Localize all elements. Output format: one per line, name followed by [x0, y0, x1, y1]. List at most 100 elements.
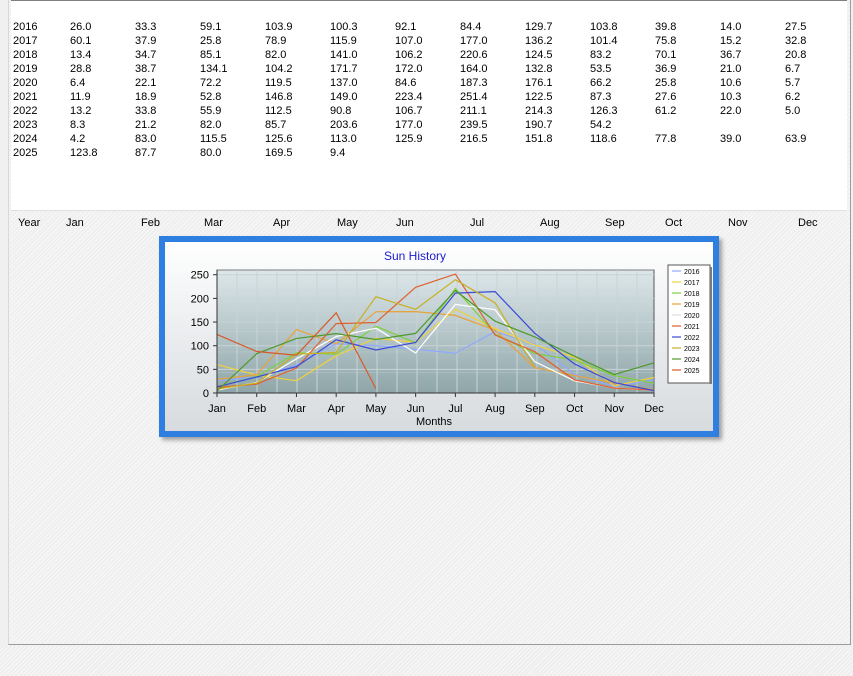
- x-tick-label: Jul: [448, 403, 462, 415]
- table-cell: 107.0: [395, 35, 423, 47]
- table-row-year: 2021: [13, 91, 38, 103]
- table-cell: 134.1: [200, 63, 228, 75]
- table-cell: 22.1: [135, 77, 157, 89]
- table-cell: 37.9: [135, 35, 157, 47]
- table-cell: 33.3: [135, 21, 157, 33]
- table-cell: 14.0: [720, 21, 742, 33]
- table-row-year: 2022: [13, 105, 38, 117]
- table-cell: 83.2: [590, 49, 612, 61]
- table-cell: 38.7: [135, 63, 157, 75]
- table-cell: 82.0: [200, 119, 222, 131]
- table-cell: 137.0: [330, 77, 358, 89]
- table-cell: 100.3: [330, 21, 358, 33]
- table-cell: 80.0: [200, 147, 222, 159]
- table-cell: 129.7: [525, 21, 553, 33]
- table-cell: 136.2: [525, 35, 553, 47]
- table-cell: 61.2: [655, 105, 677, 117]
- table-cell: 123.8: [70, 147, 98, 159]
- column-header-oct: Oct: [665, 217, 683, 229]
- table-cell: 171.7: [330, 63, 358, 75]
- table-cell: 103.8: [590, 21, 618, 33]
- table-cell: 13.2: [70, 105, 92, 117]
- table-row-year: 2023: [13, 119, 38, 131]
- table-cell: 103.9: [265, 21, 293, 33]
- table-cell: 106.2: [395, 49, 423, 61]
- table-cell: 54.2: [590, 119, 612, 131]
- legend-label-2025: 2025: [684, 368, 700, 375]
- y-tick-label: 200: [191, 293, 209, 305]
- table-cell: 90.8: [330, 105, 352, 117]
- table-cell: 122.5: [525, 91, 553, 103]
- table-cell: 190.7: [525, 119, 553, 131]
- table-cell: 149.0: [330, 91, 358, 103]
- table-cell: 177.0: [460, 35, 488, 47]
- table-cell: 87.3: [590, 91, 612, 103]
- legend-label-2021: 2021: [684, 324, 700, 331]
- table-row-year: 2016: [13, 21, 38, 33]
- table-cell: 39.0: [720, 133, 742, 145]
- column-header-jul: Jul: [470, 217, 485, 229]
- sun-history-chart: 0 50 100 150 200 250 Jan Feb Mar Apr May Jun Jul Aug S…: [191, 249, 712, 428]
- x-tick-label: Feb: [247, 403, 266, 415]
- chart-title: Sun History: [384, 249, 446, 263]
- table-cell: 84.6: [395, 77, 417, 89]
- table-cell: 78.9: [265, 35, 287, 47]
- table-cell: 132.8: [525, 63, 553, 75]
- x-tick-label: Oct: [566, 403, 583, 415]
- table-cell: 141.0: [330, 49, 358, 61]
- column-header-apr: Apr: [273, 217, 291, 229]
- x-tick-label: Jun: [407, 403, 425, 415]
- y-tick-label: 0: [203, 388, 209, 400]
- y-tick-label: 250: [191, 270, 209, 282]
- table-cell: 239.5: [460, 119, 488, 131]
- table-cell: 8.3: [70, 119, 86, 131]
- table-cell: 66.2: [590, 77, 612, 89]
- status-strip: [0, 646, 853, 676]
- table-cell: 10.6: [720, 77, 742, 89]
- table-cell: 6.7: [785, 63, 801, 75]
- chart-frame: 0 50 100 150 200 250 Jan Feb Mar Apr May Jun Jul Aug S…: [159, 236, 719, 437]
- table-cell: 28.8: [70, 63, 92, 75]
- legend-label-2020: 2020: [684, 313, 700, 320]
- table-cell: 203.6: [330, 119, 358, 131]
- table-cell: 119.5: [265, 77, 292, 89]
- legend-label-2017: 2017: [684, 280, 700, 287]
- table-cell: 164.0: [460, 63, 488, 75]
- x-tick-label: Dec: [644, 403, 664, 415]
- table-cell: 27.6: [655, 91, 677, 103]
- table-cell: 25.8: [200, 35, 222, 47]
- x-tick-label: Nov: [604, 403, 624, 415]
- table-cell: 22.0: [720, 105, 742, 117]
- table-cell: 106.7: [395, 105, 423, 117]
- table-cell: 146.8: [265, 91, 293, 103]
- table-row-year: 2018: [13, 49, 38, 61]
- table-cell: 53.5: [590, 63, 612, 75]
- column-header-dec: Dec: [798, 217, 818, 229]
- table-cell: 85.1: [200, 49, 222, 61]
- table-cell: 251.4: [460, 91, 488, 103]
- x-tick-label: Apr: [328, 403, 345, 415]
- legend-label-2016: 2016: [684, 269, 700, 276]
- table-cell: 26.0: [70, 21, 92, 33]
- table-cell: 52.8: [200, 91, 222, 103]
- table-cell: 216.5: [460, 133, 488, 145]
- table-row-year: 2020: [13, 77, 38, 89]
- column-header-jun: Jun: [396, 217, 414, 229]
- column-header-aug: Aug: [540, 217, 560, 229]
- table-cell: 33.8: [135, 105, 157, 117]
- y-tick-label: 150: [191, 317, 209, 329]
- table-cell: 82.0: [265, 49, 287, 61]
- table-cell: 113.0: [330, 133, 357, 145]
- table-cell: 39.8: [655, 21, 677, 33]
- legend-label-2018: 2018: [684, 291, 700, 298]
- table-cell: 5.0: [785, 105, 801, 117]
- table-cell: 187.3: [460, 77, 488, 89]
- table-cell: 20.8: [785, 49, 807, 61]
- table-cell: 11.9: [70, 91, 91, 103]
- table-cell: 92.1: [395, 21, 417, 33]
- table-cell: 10.3: [720, 91, 742, 103]
- x-tick-label: Mar: [287, 403, 306, 415]
- table-cell: 84.4: [460, 21, 482, 33]
- table-cell: 124.5: [525, 49, 553, 61]
- table-cell: 63.9: [785, 133, 807, 145]
